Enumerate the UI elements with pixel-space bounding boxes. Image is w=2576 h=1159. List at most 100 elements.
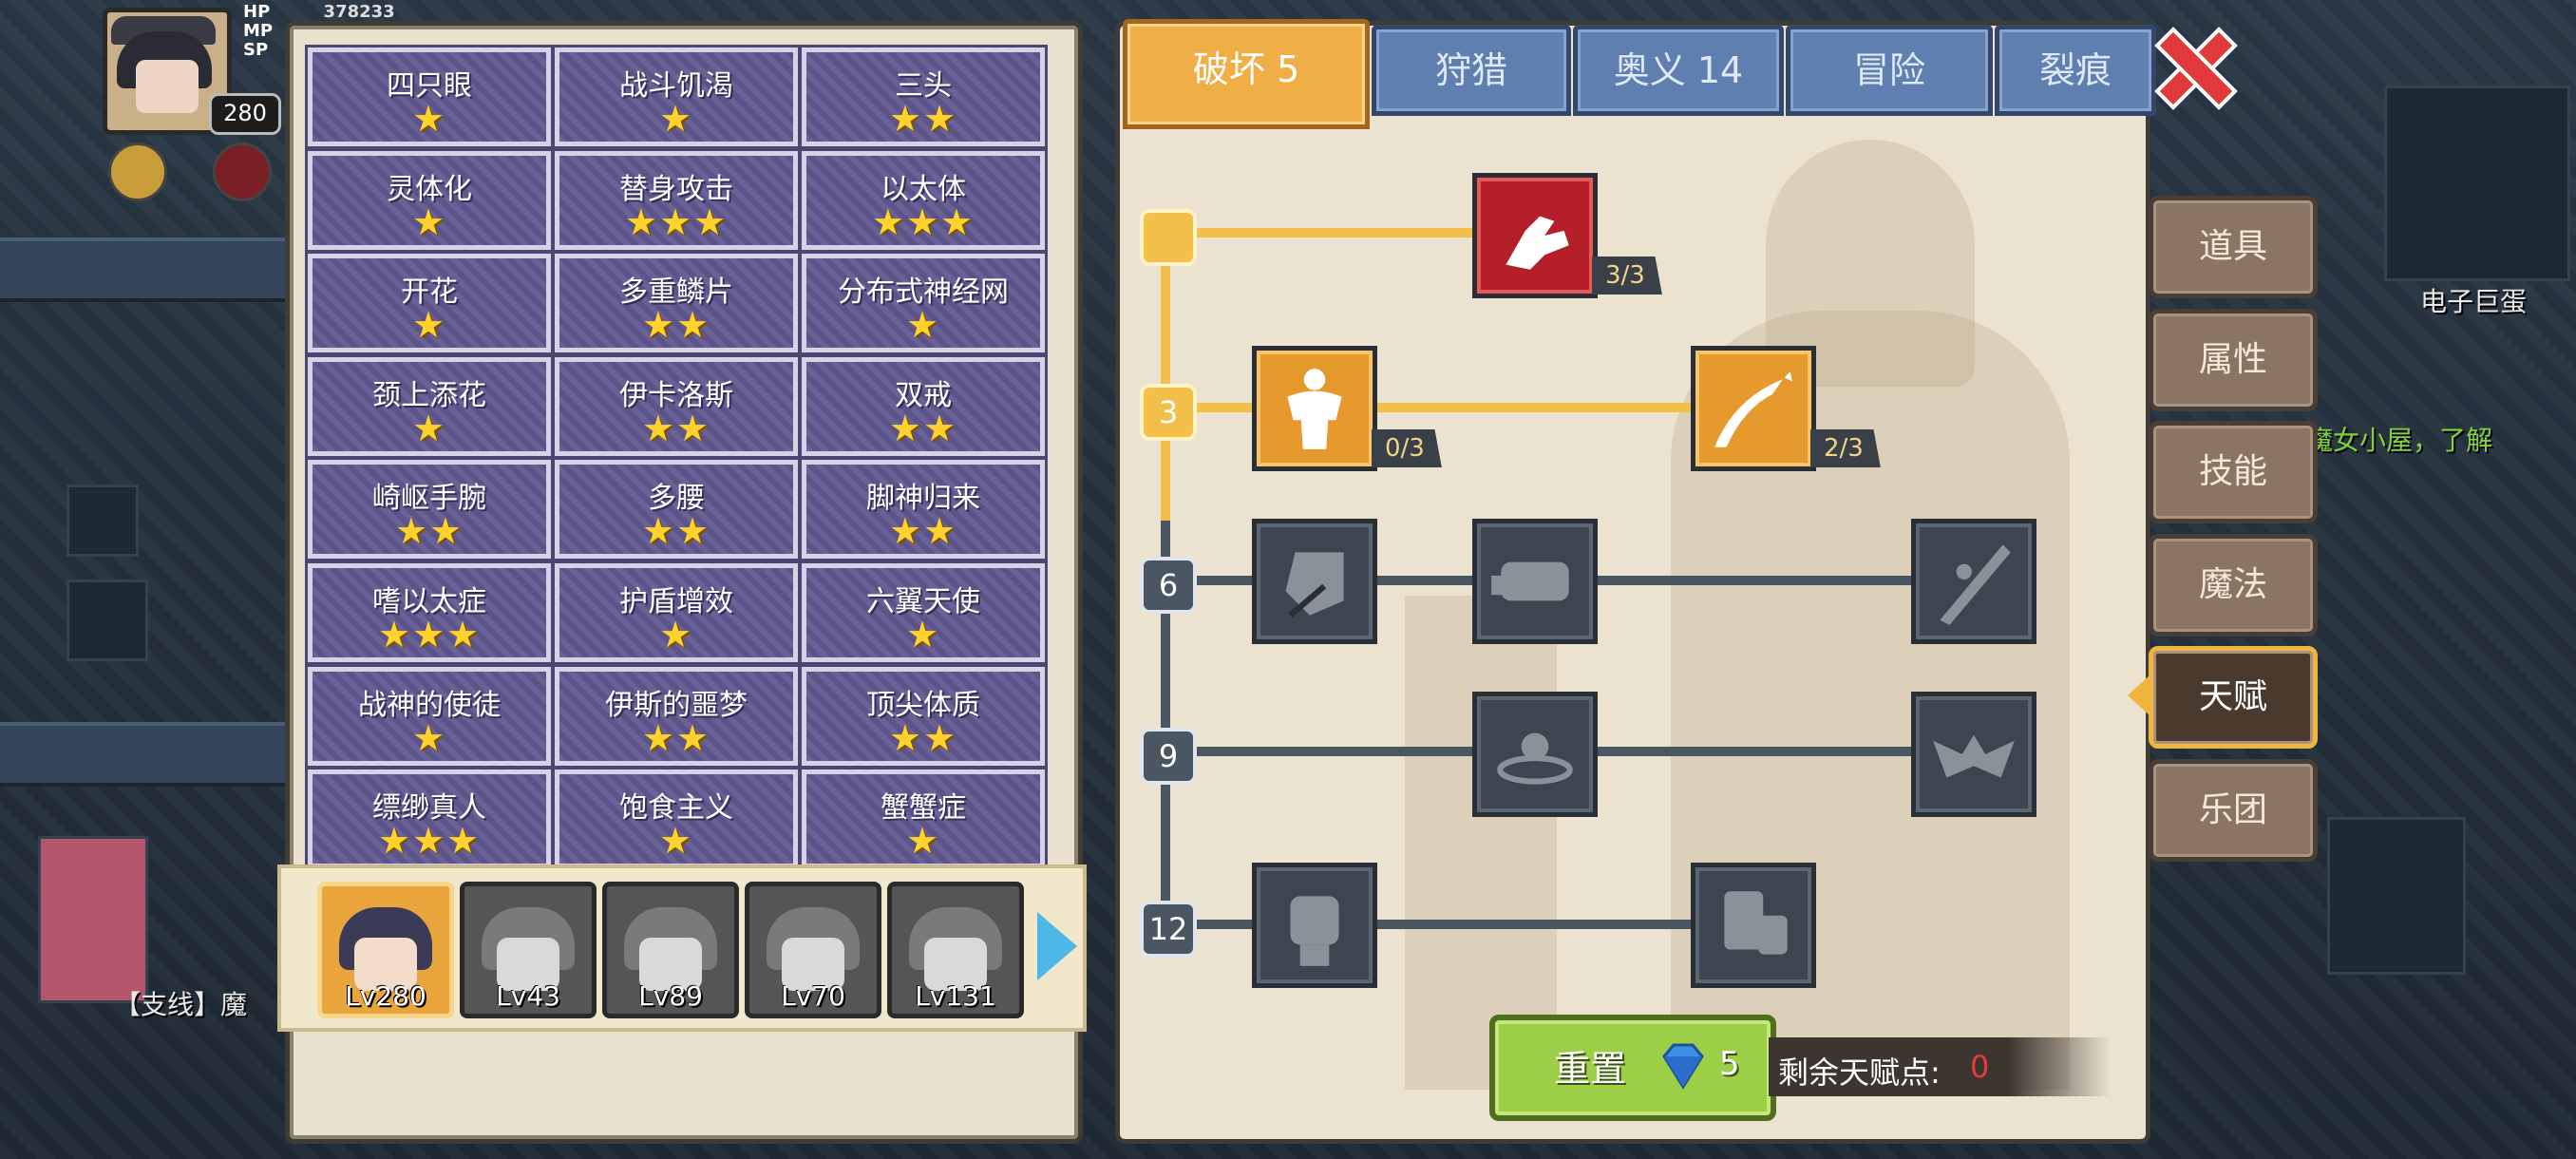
trait-cell[interactable]: 顶尖体质 ★★	[802, 667, 1045, 766]
talent-node-shield-break[interactable]	[1252, 519, 1377, 644]
trait-stars: ★	[905, 304, 941, 346]
trait-cell[interactable]: 缥缈真人 ★★★	[308, 770, 551, 868]
trait-cell[interactable]: 多重鳞片 ★★	[555, 254, 798, 352]
character-slot[interactable]: Lv131	[887, 882, 1024, 1018]
guild-icon[interactable]	[213, 142, 272, 201]
character-level: Lv131	[915, 980, 996, 1012]
trait-stars: ★	[411, 717, 447, 759]
mp-bar: MP	[243, 21, 273, 42]
ripple-icon	[1497, 732, 1573, 785]
grip-icon	[1724, 891, 1788, 955]
trait-cell[interactable]: 三头 ★★	[802, 48, 1045, 146]
arrow-strike-icon	[1714, 371, 1792, 447]
talent-node-bat-wing[interactable]	[1911, 692, 2036, 817]
side-menu-indicator-icon	[2128, 674, 2150, 716]
talent-count: 2/3	[1810, 429, 1881, 467]
trait-stars: ★	[658, 614, 694, 656]
trait-cell[interactable]: 开花 ★	[308, 254, 551, 352]
trait-cell[interactable]: 双戒 ★★	[802, 357, 1045, 456]
trait-cell[interactable]: 伊卡洛斯 ★★	[555, 357, 798, 456]
tab-mystery[interactable]: 奥义 14	[1573, 25, 1784, 116]
muscle-body-icon	[1287, 369, 1342, 449]
trait-cell[interactable]: 颈上添花 ★	[308, 357, 551, 456]
tab-adventure[interactable]: 冒险	[1786, 25, 1993, 116]
background-wall	[0, 722, 285, 787]
trait-cell[interactable]: 替身攻击 ★★★	[555, 151, 798, 250]
shield-break-icon	[1285, 552, 1344, 618]
trait-cell[interactable]: 灵体化 ★	[308, 151, 551, 250]
character-slot[interactable]: Lv43	[460, 882, 597, 1018]
side-item-band[interactable]: 乐团	[2149, 758, 2318, 862]
trait-stars: ★★	[394, 510, 464, 552]
trait-cell[interactable]: 崎岖手腕 ★★	[308, 460, 551, 559]
remaining-points-label: 剩余天赋点:	[1778, 1054, 1941, 1091]
talent-node-muscle[interactable]	[1252, 346, 1377, 471]
talent-node-slash[interactable]	[1911, 519, 2036, 644]
sp-label: SP	[243, 40, 269, 60]
quest-text[interactable]: 【支线】魔	[114, 984, 247, 1022]
gold-icon[interactable]	[108, 142, 167, 201]
side-item-items[interactable]: 道具	[2149, 196, 2318, 298]
tab-hunting[interactable]: 狩猎	[1372, 25, 1571, 116]
character-level: Lv70	[781, 980, 845, 1012]
side-item-magic[interactable]: 魔法	[2149, 533, 2318, 636]
reset-button[interactable]: 重置 5	[1489, 1015, 1776, 1121]
next-arrow-icon[interactable]	[1037, 912, 1077, 980]
talent-node-punch[interactable]	[1472, 519, 1598, 644]
side-item-skills[interactable]: 技能	[2149, 421, 2318, 523]
tab-destruction[interactable]: 破坏 5	[1123, 19, 1370, 129]
character-level: Lv43	[496, 980, 560, 1012]
trait-cell[interactable]: 蟹蟹症 ★	[802, 770, 1045, 868]
trait-cell[interactable]: 多腰 ★★	[555, 460, 798, 559]
talent-node-grip[interactable]	[1691, 863, 1816, 988]
trait-stars: ★	[905, 614, 941, 656]
fist-icon	[1290, 896, 1339, 966]
trait-stars: ★★	[641, 304, 711, 346]
talent-node-arm-wrestle[interactable]	[1472, 173, 1598, 298]
trait-cell[interactable]: 嗜以太症 ★★★	[308, 563, 551, 662]
trait-cell[interactable]: 分布式神经网 ★	[802, 254, 1045, 352]
remaining-points-value: 0	[1970, 1049, 1990, 1085]
trait-cell[interactable]: 以太体 ★★★	[802, 151, 1045, 250]
background-room	[2384, 86, 2570, 281]
trait-cell[interactable]: 伊斯的噩梦 ★★	[555, 667, 798, 766]
trait-stars: ★★	[888, 98, 958, 140]
tier-marker: 6	[1140, 557, 1197, 614]
tree-trunk-active	[1161, 230, 1170, 521]
side-item-attributes[interactable]: 属性	[2149, 308, 2318, 411]
talent-count: 3/3	[1592, 256, 1662, 294]
tab-rift[interactable]: 裂痕	[1995, 25, 2156, 116]
background-grate	[66, 580, 148, 661]
trait-cell[interactable]: 战神的使徒 ★	[308, 667, 551, 766]
close-icon[interactable]	[2154, 27, 2228, 101]
talent-node-arrow[interactable]	[1691, 346, 1816, 471]
bat-wing-icon	[1933, 734, 2015, 778]
tree-branch-active	[1168, 403, 1700, 412]
character-slot[interactable]: Lv89	[602, 882, 739, 1018]
reset-label: 重置	[1554, 1048, 1627, 1090]
talent-count: 0/3	[1372, 429, 1442, 467]
trait-cell[interactable]: 饱食主义 ★	[555, 770, 798, 868]
trait-cell[interactable]: 六翼天使 ★	[802, 563, 1045, 662]
trait-cell[interactable]: 四只眼 ★	[308, 48, 551, 146]
trait-cell[interactable]: 护盾增效 ★	[555, 563, 798, 662]
background-chest	[38, 836, 148, 1003]
side-item-talent[interactable]: 天赋	[2149, 646, 2318, 749]
trait-cell[interactable]: 脚神归来 ★★	[802, 460, 1045, 559]
character-slot[interactable]: Lv280	[317, 882, 454, 1018]
talent-node-fist[interactable]	[1252, 863, 1377, 988]
character-level: Lv280	[345, 980, 426, 1012]
trait-stars: ★	[658, 98, 694, 140]
trait-stars: ★★★	[871, 201, 975, 243]
character-level: Lv89	[638, 980, 703, 1012]
diamond-icon	[1662, 1043, 1704, 1090]
slash-icon	[1940, 544, 2011, 625]
character-slot[interactable]: Lv70	[745, 882, 881, 1018]
trait-stars: ★★	[641, 510, 711, 552]
trait-stars: ★★	[888, 510, 958, 552]
talent-node-ripple[interactable]	[1472, 692, 1598, 817]
trait-cell[interactable]: 战斗饥渴 ★	[555, 48, 798, 146]
npc-label: 电子巨蛋	[2420, 286, 2528, 317]
hint-text: 魔女小屋，了解	[2306, 425, 2493, 456]
punch-icon	[1491, 561, 1569, 601]
